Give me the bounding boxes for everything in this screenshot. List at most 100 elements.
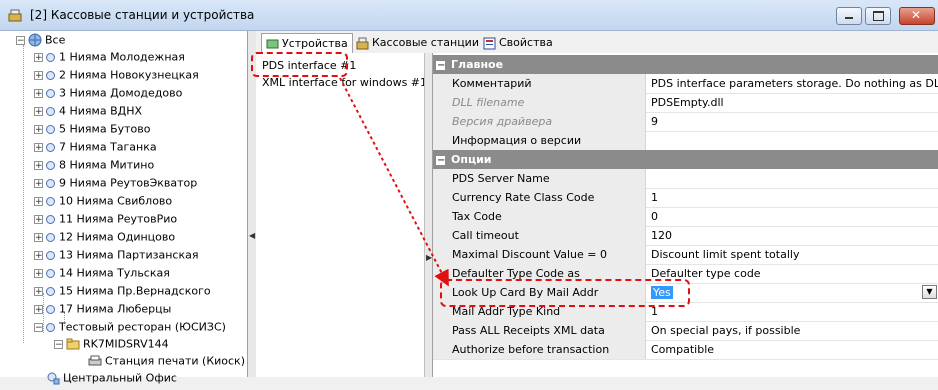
collapse-icon[interactable]: −	[54, 339, 63, 349]
restaurant-icon	[46, 88, 55, 98]
property-value[interactable]: 0	[647, 207, 938, 226]
tree-item[interactable]: +15 Нияма Пр.Вернадского	[34, 282, 211, 299]
properties-icon	[483, 37, 496, 50]
tree-item[interactable]: +4 Нияма ВДНХ	[34, 102, 142, 119]
property-row[interactable]: Authorize before transaction Compatible	[433, 340, 938, 360]
category-main[interactable]: − Главное	[433, 55, 938, 74]
restaurant-icon	[46, 286, 55, 296]
restaurant-icon	[46, 232, 55, 242]
collapse-icon[interactable]: −	[436, 60, 445, 70]
expand-icon[interactable]: +	[34, 178, 43, 188]
printer-icon	[88, 354, 102, 368]
expand-icon[interactable]: +	[34, 52, 43, 62]
cash-register-icon	[8, 9, 22, 22]
restaurant-icon	[46, 196, 55, 206]
tree-item[interactable]: +3 Нияма Домодедово	[34, 84, 182, 101]
close-button[interactable]: ✕	[899, 7, 935, 25]
property-value[interactable]: Discount limit spent totally	[647, 245, 938, 264]
close-icon: ✕	[911, 8, 922, 22]
restaurant-icon	[46, 160, 55, 170]
devices-icon	[266, 38, 279, 51]
tree-item[interactable]: +5 Нияма Бутово	[34, 120, 150, 137]
property-value[interactable]	[647, 169, 938, 188]
folder-station-icon	[66, 337, 80, 351]
tab-devices[interactable]: Устройства	[261, 33, 353, 54]
restaurant-icon	[46, 106, 55, 116]
property-value[interactable]: Defaulter type code	[647, 264, 938, 283]
tree-item[interactable]: +13 Нияма Партизанская	[34, 246, 198, 263]
tab-cash-stations[interactable]: Кассовые станции	[352, 33, 483, 53]
property-value[interactable]: Compatible	[647, 340, 938, 359]
restaurant-icon	[46, 52, 55, 62]
cash-register-icon	[356, 37, 369, 50]
property-value[interactable]: 1	[647, 188, 938, 207]
property-row[interactable]: Maximal Discount Value = 0 Discount limit…	[433, 245, 938, 265]
property-row[interactable]: Комментарий PDS interface parameters stor…	[433, 74, 938, 94]
expand-icon[interactable]: +	[34, 142, 43, 152]
tree-item[interactable]: +9 Нияма РеутовЭкватор	[34, 174, 197, 191]
arrow-left-icon[interactable]: ◀	[249, 231, 255, 240]
property-value[interactable]: 120	[647, 226, 938, 245]
expand-icon[interactable]: +	[34, 304, 43, 314]
highlight-lookup-row	[440, 279, 690, 307]
property-value[interactable]: PDS interface parameters storage. Do not…	[647, 74, 938, 93]
restaurant-icon	[46, 268, 55, 278]
property-value: PDSEmpty.dll	[651, 96, 724, 109]
tree-item[interactable]: +2 Нияма Новокузнецкая	[34, 66, 199, 83]
property-value[interactable]: On special pays, if possible	[647, 321, 938, 340]
property-row[interactable]: Pass ALL Receipts XML data On special pay…	[433, 321, 938, 341]
tree-item[interactable]: +17 Нияма Люберцы	[34, 300, 171, 317]
expand-icon[interactable]: +	[34, 106, 43, 116]
interface-list[interactable]: PDS interface #1 XML interface for windo…	[256, 53, 427, 377]
tree-station[interactable]: − RK7MIDSRV144	[54, 335, 169, 352]
property-row[interactable]: Call timeout 120	[433, 226, 938, 246]
tree-root[interactable]: − Все	[16, 31, 65, 48]
station-tree[interactable]: − Все +1 Нияма Молодежная +2 Нияма Новоку…	[0, 31, 248, 385]
expand-icon[interactable]: +	[34, 160, 43, 170]
property-value[interactable]: 1	[647, 302, 938, 321]
maximize-button[interactable]	[865, 7, 891, 25]
chevron-down-icon[interactable]: ▼	[922, 285, 937, 299]
collapse-icon[interactable]: −	[436, 155, 445, 165]
tab-properties[interactable]: Свойства	[479, 33, 557, 53]
minimize-button[interactable]	[836, 7, 862, 25]
property-row[interactable]: Информация о версии	[433, 131, 938, 151]
collapse-icon[interactable]: −	[34, 322, 43, 332]
tree-item[interactable]: +10 Нияма Свиблово	[34, 192, 172, 209]
expand-icon[interactable]: +	[34, 214, 43, 224]
collapse-icon[interactable]: −	[16, 35, 25, 45]
tree-office[interactable]: Центральный Офис	[34, 369, 177, 386]
expand-icon[interactable]: +	[34, 232, 43, 242]
tree-item[interactable]: +7 Нияма Таганка	[34, 138, 157, 155]
tree-item[interactable]: +8 Нияма Митино	[34, 156, 154, 173]
tree-item[interactable]: +1 Нияма Молодежная	[34, 48, 185, 65]
property-value[interactable]	[647, 131, 938, 150]
property-row[interactable]: DLL filename PDSEmpty.dll	[433, 93, 938, 113]
property-row[interactable]: PDS Server Name	[433, 169, 938, 189]
tree-item[interactable]: +11 Нияма РеутовРио	[34, 210, 177, 227]
tree-item[interactable]: +14 Нияма Тульская	[34, 264, 170, 281]
property-value-dropdown[interactable]: Yes ▼	[647, 283, 938, 302]
category-options[interactable]: − Опции	[433, 150, 938, 169]
tree-item[interactable]: +12 Нияма Одинцово	[34, 228, 175, 245]
expand-icon[interactable]: +	[34, 124, 43, 134]
restaurant-icon	[46, 178, 55, 188]
expand-icon[interactable]: +	[34, 196, 43, 206]
restaurant-icon	[46, 142, 55, 152]
tree-item[interactable]: − Тестовый ресторан (ЮСИЗС)	[34, 318, 226, 335]
property-row[interactable]: Currency Rate Class Code 1	[433, 188, 938, 208]
property-value: 9	[651, 115, 658, 128]
restaurant-icon	[46, 304, 55, 314]
restaurant-icon	[46, 214, 55, 224]
expand-icon[interactable]: +	[34, 268, 43, 278]
office-icon	[46, 371, 60, 385]
property-row[interactable]: Версия драйвера 9	[433, 112, 938, 132]
globe-icon	[28, 33, 42, 47]
expand-icon[interactable]: +	[34, 286, 43, 296]
expand-icon[interactable]: +	[34, 70, 43, 80]
tab-bar: Устройства Кассовые станции Свойства	[256, 31, 938, 54]
expand-icon[interactable]: +	[34, 250, 43, 260]
property-row[interactable]: Tax Code 0	[433, 207, 938, 227]
expand-icon[interactable]: +	[34, 88, 43, 98]
tree-device[interactable]: Станция печати (Киоск)	[88, 352, 245, 369]
